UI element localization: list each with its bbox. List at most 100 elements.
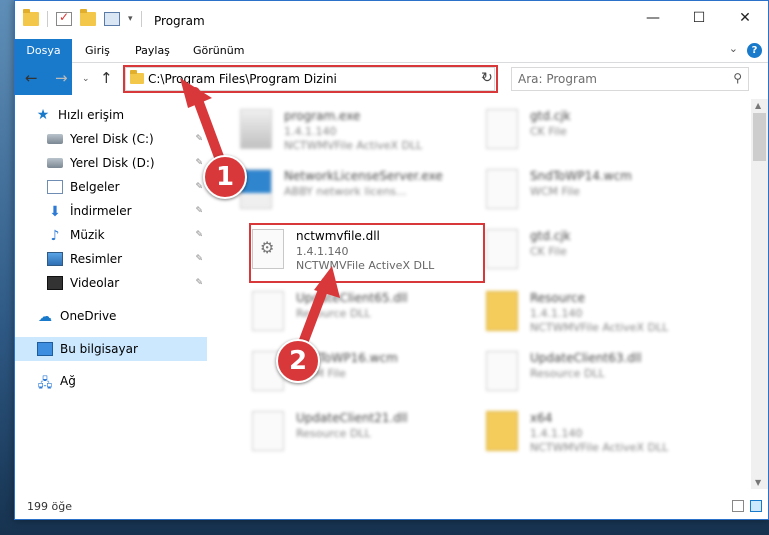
sidebar-item-downloads[interactable]: ⬇ İndirmeler ✎ bbox=[47, 199, 207, 223]
list-item[interactable]: UpdateClient63.dll Resource DLL bbox=[470, 345, 710, 401]
tab-share[interactable]: Paylaş bbox=[127, 39, 178, 62]
disk-icon bbox=[47, 158, 63, 168]
sidebar-item-disk-c[interactable]: Yerel Disk (C:) ✎ bbox=[47, 127, 207, 151]
sidebar-item-disk-d[interactable]: Yerel Disk (D:) ✎ bbox=[47, 151, 207, 175]
minimize-button[interactable]: — bbox=[630, 1, 676, 35]
executable-file-icon bbox=[240, 109, 272, 149]
file-name: program.exe bbox=[284, 109, 361, 123]
sidebar-item-label: İndirmeler bbox=[70, 204, 132, 218]
tab-home[interactable]: Giriş bbox=[77, 39, 118, 62]
file-name: x64 bbox=[530, 411, 553, 425]
pin-icon: ✎ bbox=[195, 206, 203, 216]
file-name: gtd.cjk bbox=[530, 229, 571, 243]
file-name: gtd.cjk bbox=[530, 109, 571, 123]
computer-icon bbox=[37, 342, 53, 356]
file-description: NCTWMVFile ActiveX DLL bbox=[296, 259, 435, 272]
file-type: CK File bbox=[530, 245, 567, 258]
help-icon[interactable]: ? bbox=[747, 43, 762, 58]
sidebar-item-documents[interactable]: Belgeler ✎ bbox=[47, 175, 207, 199]
file-description: NCTWMVFile ActiveX DLL bbox=[530, 321, 669, 334]
file-version: 1.4.1.140 bbox=[296, 245, 349, 258]
scrollbar-thumb[interactable] bbox=[753, 113, 766, 161]
callout-badge-1: 1 bbox=[203, 155, 247, 199]
list-item[interactable]: Resource 1.4.1.140 NCTWMVFile ActiveX DL… bbox=[470, 285, 710, 341]
file-icon bbox=[486, 109, 518, 149]
title-bar: ▾ Program — ☐ ✕ bbox=[15, 1, 768, 39]
sidebar-item-quick-access[interactable]: ★ Hızlı erişim bbox=[35, 103, 227, 127]
sidebar-item-videos[interactable]: Videolar ✎ bbox=[47, 271, 207, 295]
file-icon bbox=[486, 229, 518, 269]
list-item[interactable]: UpdateClient65.dll Resource DLL bbox=[236, 285, 476, 341]
sidebar-item-label: Yerel Disk (C:) bbox=[70, 132, 154, 146]
dll-file-icon: ⚙ bbox=[252, 229, 284, 269]
search-box[interactable]: Ara: Program ⚲ bbox=[511, 67, 749, 91]
file-version: 1.4.1.140 bbox=[284, 125, 337, 138]
back-arrow-icon[interactable]: ← bbox=[25, 69, 38, 87]
pin-icon: ✎ bbox=[195, 134, 203, 144]
up-arrow-icon[interactable]: ↑ bbox=[100, 69, 113, 87]
tiles-view-icon[interactable] bbox=[750, 500, 762, 512]
explorer-window: ▾ Program — ☐ ✕ Dosya Giriş Paylaş Görün… bbox=[14, 0, 769, 520]
vertical-scrollbar[interactable]: ▲ ▼ bbox=[751, 99, 768, 489]
file-name: nctwmvfile.dll bbox=[296, 229, 380, 243]
address-path[interactable]: C:\Program Files\Program Dizini bbox=[148, 72, 337, 86]
list-item[interactable]: gtd.cjk CK File bbox=[470, 103, 710, 159]
network-icon: 🖧 bbox=[37, 376, 53, 391]
list-item[interactable]: NetworkLicenseServer.exe ABBY network li… bbox=[224, 163, 464, 219]
file-name: UpdateClient65.dll bbox=[296, 291, 408, 305]
folder-icon bbox=[486, 411, 518, 451]
sidebar-item-network[interactable]: 🖧 Ağ bbox=[37, 369, 207, 393]
dll-file-icon bbox=[252, 411, 284, 451]
file-type: Resource DLL bbox=[530, 367, 605, 380]
gear-icon: ⚙ bbox=[260, 238, 275, 257]
sidebar-item-label: Belgeler bbox=[70, 180, 120, 194]
sidebar-item-onedrive[interactable]: ☁ OneDrive bbox=[37, 304, 207, 328]
new-folder-icon[interactable] bbox=[80, 9, 96, 26]
list-item[interactable]: SndToWP16.wcm WCM File bbox=[236, 345, 476, 401]
callout-badge-2: 2 bbox=[276, 339, 320, 383]
file-description: NCTWMVFile ActiveX DLL bbox=[530, 441, 669, 454]
list-item[interactable]: program.exe 1.4.1.140 NCTWMVFile ActiveX… bbox=[224, 103, 464, 159]
details-view-icon[interactable] bbox=[732, 500, 744, 512]
sidebar-item-label: Bu bilgisayar bbox=[60, 342, 138, 356]
sidebar-item-label: Hızlı erişim bbox=[58, 108, 125, 122]
tab-view[interactable]: Görünüm bbox=[185, 39, 252, 62]
scroll-down-icon[interactable]: ▼ bbox=[755, 478, 761, 487]
expand-ribbon-icon[interactable]: ⌄ bbox=[729, 42, 738, 55]
address-bar[interactable]: C:\Program Files\Program Dizini ⌄ bbox=[125, 67, 495, 91]
sidebar-item-label: Yerel Disk (D:) bbox=[70, 156, 155, 170]
list-item[interactable]: gtd.cjk CK File bbox=[470, 223, 710, 279]
list-item[interactable]: SndToWP14.wcm WCM File bbox=[470, 163, 710, 219]
sidebar-item-pictures[interactable]: Resimler ✎ bbox=[47, 247, 207, 271]
search-input[interactable]: Ara: Program bbox=[518, 72, 597, 86]
file-name: UpdateClient21.dll bbox=[296, 411, 408, 425]
file-name: Resource bbox=[530, 291, 586, 305]
forward-arrow-icon[interactable]: → bbox=[55, 69, 68, 87]
close-button[interactable]: ✕ bbox=[722, 1, 768, 35]
pin-icon: ✎ bbox=[195, 158, 203, 168]
star-icon: ★ bbox=[36, 107, 50, 123]
sidebar-item-this-pc[interactable]: Bu bilgisayar bbox=[15, 337, 207, 361]
scroll-up-icon[interactable]: ▲ bbox=[755, 101, 761, 110]
properties-check-icon[interactable] bbox=[56, 10, 72, 26]
file-type: WCM File bbox=[530, 185, 580, 198]
navigation-bar: ← → ⌄ ↑ C:\Program Files\Program Dizini … bbox=[15, 64, 768, 94]
dll-file-icon bbox=[486, 351, 518, 391]
search-icon[interactable]: ⚲ bbox=[733, 71, 742, 85]
customize-toolbar-icon[interactable]: ▾ bbox=[128, 14, 133, 24]
layout-icon[interactable] bbox=[104, 12, 120, 26]
sidebar-item-label: OneDrive bbox=[60, 309, 117, 323]
maximize-button[interactable]: ☐ bbox=[676, 1, 722, 35]
recent-locations-icon[interactable]: ⌄ bbox=[82, 74, 90, 84]
list-item-nctwmvfile-dll[interactable]: ⚙ nctwmvfile.dll 1.4.1.140 NCTWMVFile Ac… bbox=[236, 223, 476, 279]
item-count: 199 öğe bbox=[27, 500, 72, 513]
quick-access-toolbar: ▾ bbox=[23, 9, 142, 27]
list-item[interactable]: UpdateClient21.dll Resource DLL bbox=[236, 405, 476, 461]
sidebar-item-music[interactable]: ♪ Müzik ✎ bbox=[47, 223, 207, 247]
refresh-icon[interactable]: ↻ bbox=[477, 67, 497, 89]
pin-icon: ✎ bbox=[195, 182, 203, 192]
list-item[interactable]: x64 1.4.1.140 NCTWMVFile ActiveX DLL bbox=[470, 405, 710, 461]
file-name: NetworkLicenseServer.exe bbox=[284, 169, 443, 183]
folder-icon bbox=[23, 9, 39, 26]
divider bbox=[47, 11, 48, 27]
